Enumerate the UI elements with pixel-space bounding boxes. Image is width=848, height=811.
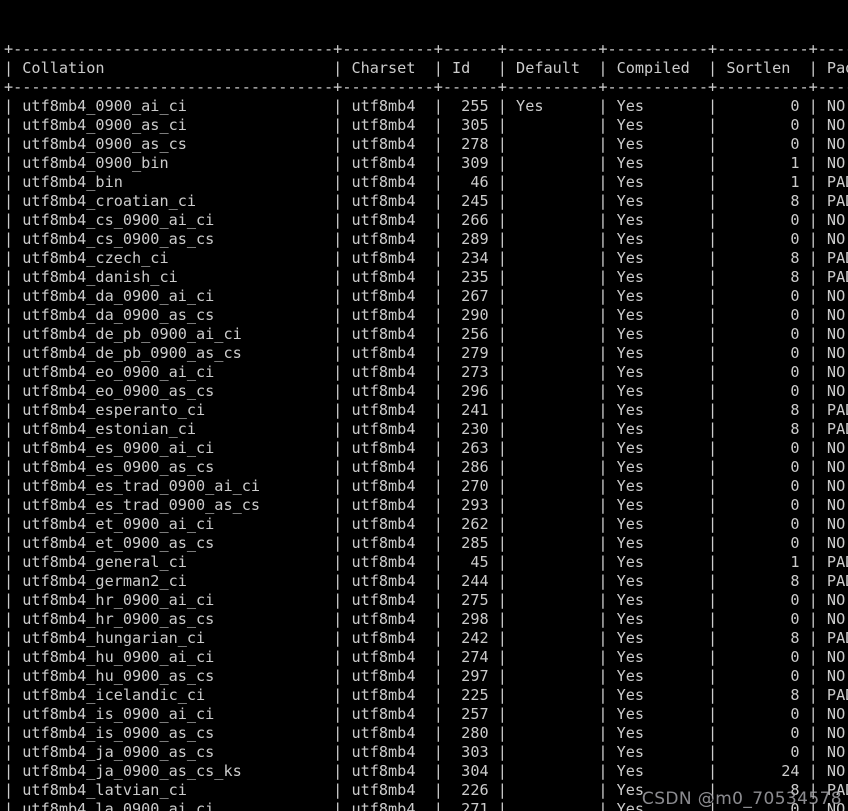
terminal-window[interactable]: +-----------------------------------+---… <box>0 0 848 811</box>
collation-table: +-----------------------------------+---… <box>4 40 848 811</box>
